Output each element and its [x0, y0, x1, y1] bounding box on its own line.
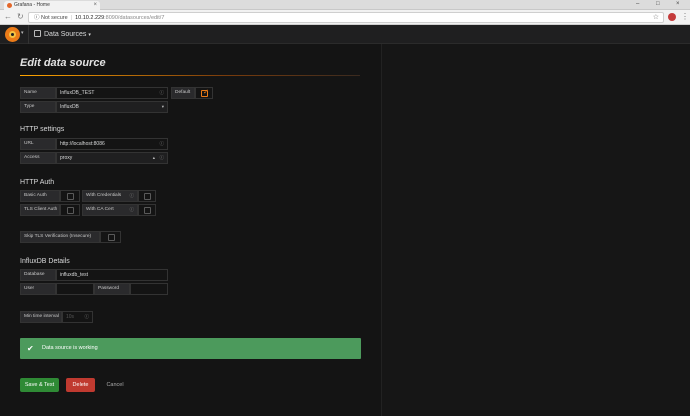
maximize-icon[interactable]: □ [656, 0, 660, 9]
minimize-icon[interactable]: – [636, 0, 639, 9]
min-time-interval-input[interactable]: 10s ⓘ [62, 311, 93, 323]
basic-auth-label: Basic Auth [20, 190, 60, 202]
skip-tls-wrap [100, 231, 121, 243]
help-icon[interactable]: ⓘ [85, 312, 90, 322]
skip-tls-label: Skip TLS Verification (Insecure) [20, 231, 100, 243]
caret-down-icon: ▴ [152, 155, 155, 160]
grafana-logo-icon[interactable] [5, 27, 20, 42]
http-auth-heading: HTTP Auth [20, 179, 55, 186]
right-empty-panel [381, 44, 690, 416]
influxdb-details-heading: InfluxDB Details [20, 258, 70, 265]
type-select[interactable]: InfluxDB ▾ [56, 101, 168, 113]
password-label: Password [94, 283, 130, 295]
menu-kebab-icon[interactable]: ⋮ [681, 12, 689, 22]
browser-toolbar: ← ↻ ⓘ Not secure | 10.10.2.229:8090/dataso… [0, 10, 690, 25]
name-label: Name [20, 87, 56, 99]
name-input[interactable]: InfluxDB_TEST ⓘ [56, 87, 168, 99]
bookmark-star-icon[interactable]: ☆ [653, 13, 659, 22]
min-time-interval-label: Min time interval [20, 311, 62, 323]
skip-tls-checkbox[interactable] [108, 234, 115, 241]
back-icon[interactable]: ← [4, 12, 12, 22]
reload-icon[interactable]: ↻ [17, 12, 24, 22]
with-ca-cert-wrap [138, 204, 156, 216]
with-credentials-wrap [138, 190, 156, 202]
logo-menu-caret-icon[interactable]: ▾ [21, 30, 24, 36]
user-label: User [20, 283, 56, 295]
default-label: Default [171, 87, 195, 99]
cancel-link[interactable]: Cancel [101, 378, 129, 392]
delete-button[interactable]: Delete [66, 378, 95, 392]
breadcrumb-data-sources[interactable]: Data Sources ▾ [34, 29, 91, 41]
grafana-favicon-icon [7, 3, 12, 8]
success-alert: ✔ Data source is working [20, 338, 361, 359]
with-credentials-checkbox[interactable] [144, 193, 151, 200]
address-bar[interactable]: ⓘ Not secure | 10.10.2.229:8090/datasource… [28, 12, 664, 23]
help-icon[interactable]: ⓘ [160, 139, 165, 149]
user-input[interactable] [56, 283, 94, 295]
password-input[interactable] [130, 283, 168, 295]
extension-icon[interactable] [668, 13, 676, 21]
with-ca-cert-label: With CA Cert ⓘ [82, 204, 138, 216]
tls-client-auth-label: TLS Client Auth [20, 204, 60, 216]
url-host: 10.10.2.229 [75, 15, 105, 21]
title-divider [20, 75, 360, 76]
url-input[interactable]: http://localhost:8086 ⓘ [56, 138, 168, 150]
access-label: Access [20, 152, 56, 164]
help-icon[interactable]: ⓘ [130, 205, 135, 215]
default-checkbox[interactable]: ✓ [201, 89, 209, 97]
tls-client-auth-checkbox[interactable] [67, 207, 74, 214]
info-icon: ⓘ [34, 15, 40, 21]
default-checkbox-wrap: ✓ [195, 87, 213, 99]
tab-close-icon[interactable]: × [93, 1, 97, 10]
browser-tabbar: Grafana - Home × – □ × [0, 0, 690, 10]
basic-auth-wrap [60, 190, 80, 202]
security-label: Not secure [41, 15, 68, 21]
url-path: :8090/datasources/edit/7 [104, 15, 165, 21]
basic-auth-checkbox[interactable] [67, 193, 74, 200]
database-label: Database [20, 269, 56, 281]
checkmark-icon: ✔ [27, 344, 34, 353]
with-credentials-label: With Credentials ⓘ [82, 190, 138, 202]
help-icon[interactable]: ⓘ [130, 191, 135, 201]
access-select[interactable]: proxy ▴ ⓘ [56, 152, 168, 164]
database-input[interactable]: influxdb_test [56, 269, 168, 281]
url-label: URL [20, 138, 56, 150]
grafana-navbar: ▾ Data Sources ▾ [0, 25, 690, 44]
caret-down-icon: ▾ [161, 104, 164, 109]
page-title: Edit data source [20, 57, 106, 69]
browser-tab[interactable]: Grafana - Home × [4, 1, 100, 10]
save-test-button[interactable]: Save & Test [20, 378, 59, 392]
type-label: Type [20, 101, 56, 113]
chevron-down-icon: ▾ [88, 32, 91, 38]
window-close-icon[interactable]: × [676, 0, 680, 9]
with-ca-cert-checkbox[interactable] [144, 207, 151, 214]
database-icon [34, 30, 41, 37]
tls-client-auth-wrap [60, 204, 80, 216]
check-icon: ✓ [203, 89, 209, 96]
http-settings-heading: HTTP settings [20, 126, 65, 133]
help-icon[interactable]: ⓘ [160, 153, 165, 163]
tab-title: Grafana - Home [14, 2, 50, 8]
help-icon[interactable]: ⓘ [160, 88, 165, 98]
alert-message: Data source is working [42, 345, 98, 351]
